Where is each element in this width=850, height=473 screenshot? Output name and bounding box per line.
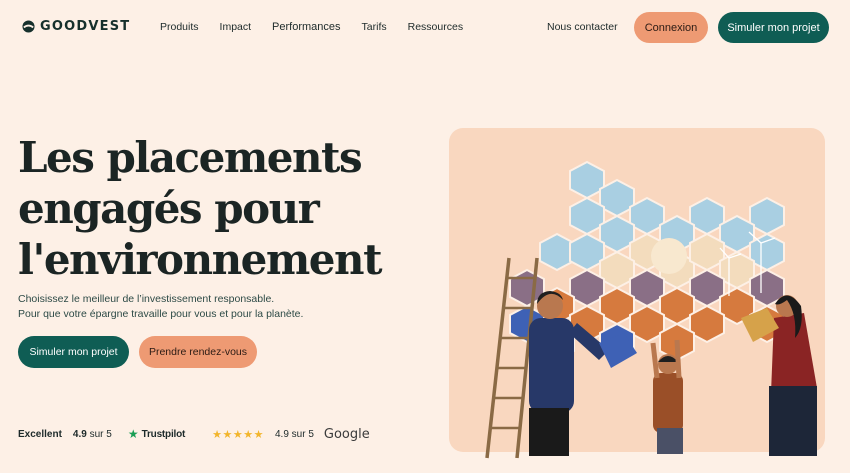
ratings-bar: Excellent 4.9 sur 5 ★ Trustpilot ★★★★★ 4… bbox=[18, 427, 370, 442]
nav-item-ressources[interactable]: Ressources bbox=[408, 21, 463, 33]
contact-link[interactable]: Nous contacter bbox=[547, 21, 618, 33]
headline-line-1: Les placements bbox=[18, 133, 363, 182]
subtitle-line-2: Pour que votre épargne travaille pour vo… bbox=[18, 307, 304, 320]
google-score: 4.9 sur 5 bbox=[274, 428, 314, 440]
nav-links: Produits Impact Performances Tarifs Ress… bbox=[160, 21, 484, 33]
person-right bbox=[741, 295, 817, 456]
nav-item-performances[interactable]: Performances bbox=[272, 21, 340, 33]
hero-illustration bbox=[449, 128, 825, 459]
nav-item-tarifs[interactable]: Tarifs bbox=[362, 21, 387, 33]
hero-subtitle: Choisissez le meilleur de l’investisseme… bbox=[18, 292, 418, 321]
headline-line-2: engagés pour bbox=[18, 184, 320, 233]
nav-item-impact[interactable]: Impact bbox=[220, 21, 252, 33]
trustpilot-label: Excellent bbox=[18, 428, 62, 440]
solar-panels-illustration bbox=[485, 160, 817, 459]
brand-name: GOODVEST bbox=[40, 19, 131, 34]
trustpilot-logo[interactable]: Trustpilot bbox=[142, 429, 186, 440]
book-appointment-button[interactable]: Prendre rendez-vous bbox=[139, 336, 257, 368]
person-child bbox=[650, 339, 683, 454]
subtitle-line-1: Choisissez le meilleur de l’investisseme… bbox=[18, 293, 275, 305]
brand-logo[interactable]: GOODVEST bbox=[22, 19, 130, 34]
login-button[interactable]: Connexion bbox=[634, 12, 708, 43]
nav-item-produits[interactable]: Produits bbox=[160, 21, 199, 33]
headline-line-3: l'environnement bbox=[18, 235, 382, 284]
google-logo[interactable]: Google bbox=[324, 427, 370, 442]
trustpilot-score: 4.9 sur 5 bbox=[72, 428, 112, 440]
hero-headline: Les placements engagés pour l'environnem… bbox=[18, 132, 438, 285]
goodvest-leaf-icon bbox=[22, 20, 35, 33]
google-rating-stars: ★★★★★ bbox=[212, 428, 264, 441]
simulate-project-nav-button[interactable]: Simuler mon projet bbox=[718, 12, 829, 43]
simulate-project-button[interactable]: Simuler mon projet bbox=[18, 336, 129, 368]
top-navigation: GOODVEST Produits Impact Performances Ta… bbox=[0, 0, 850, 56]
trustpilot-star-icon: ★ bbox=[127, 427, 139, 441]
